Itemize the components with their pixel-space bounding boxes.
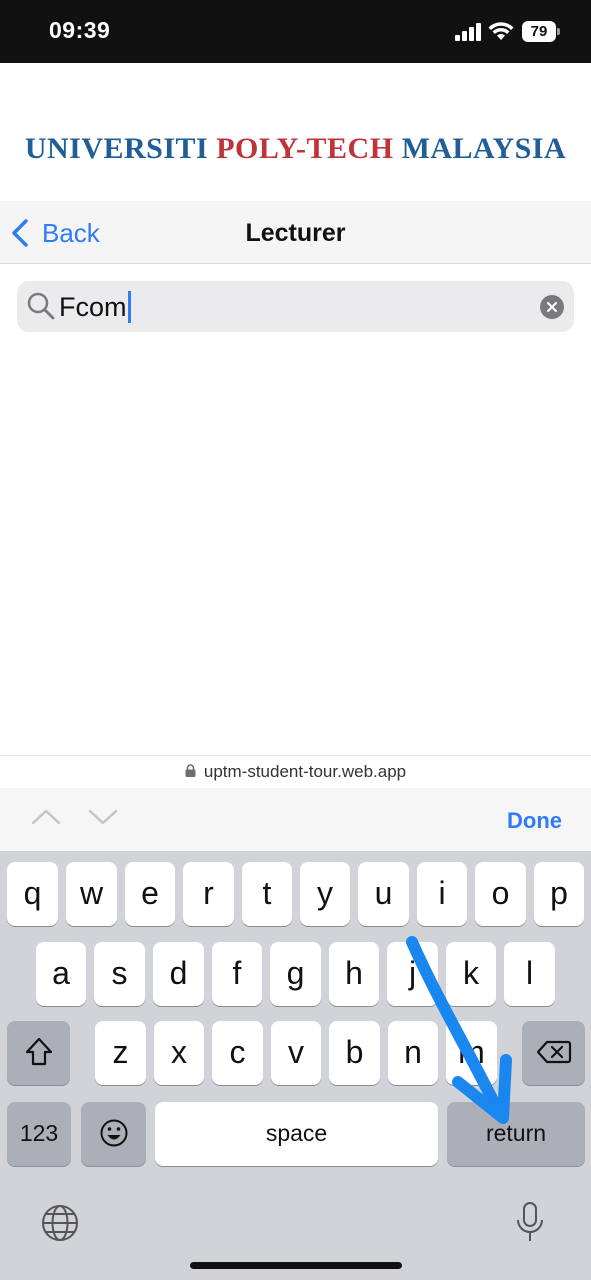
key-d[interactable]: d <box>153 942 204 1006</box>
search-input[interactable]: Fcom <box>59 289 131 325</box>
key-p[interactable]: p <box>534 862 584 926</box>
key-m[interactable]: m <box>446 1021 497 1085</box>
logo-word-universiti: UNIVERSITI <box>24 132 209 165</box>
globe-icon[interactable] <box>40 1203 80 1243</box>
back-button[interactable]: Back <box>10 215 100 251</box>
search-icon <box>27 292 55 320</box>
key-z[interactable]: z <box>95 1021 146 1085</box>
key-s[interactable]: s <box>94 942 145 1006</box>
logo-word-polytech: POLY-TECH <box>216 132 394 165</box>
done-button[interactable]: Done <box>507 808 562 834</box>
emoji-key[interactable] <box>81 1102 146 1166</box>
key-l[interactable]: l <box>504 942 555 1006</box>
key-i[interactable]: i <box>417 862 467 926</box>
return-key[interactable]: return <box>447 1102 585 1166</box>
emoji-icon <box>100 1119 127 1147</box>
delete-key[interactable] <box>522 1021 585 1085</box>
search-input-value: Fcom <box>59 292 127 322</box>
key-u[interactable]: u <box>358 862 409 926</box>
key-q[interactable]: q <box>7 862 58 926</box>
key-o[interactable]: o <box>475 862 526 926</box>
keyboard-accessory-bar: Done <box>0 788 591 851</box>
status-bar: 09:39 79 <box>0 0 591 63</box>
university-logo: UNIVERSITI POLY-TECH MALAYSIA <box>0 132 591 166</box>
url-text: uptm-student-tour.web.app <box>203 762 407 781</box>
key-a[interactable]: a <box>36 942 86 1006</box>
shift-icon <box>25 1037 52 1066</box>
key-r[interactable]: r <box>183 862 234 926</box>
keyboard: q w e r t y u i o p a s d f g h j k l z … <box>0 851 591 1280</box>
key-n[interactable]: n <box>388 1021 438 1085</box>
shift-key[interactable] <box>7 1021 70 1085</box>
wifi-icon <box>488 22 514 40</box>
browser-url-bar[interactable]: uptm-student-tour.web.app <box>0 755 591 788</box>
status-time: 09:39 <box>49 17 111 43</box>
key-j[interactable]: j <box>387 942 438 1006</box>
battery-icon: 79 <box>522 21 560 42</box>
logo-word-malaysia: MALAYSIA <box>401 132 567 165</box>
key-b[interactable]: b <box>329 1021 380 1085</box>
battery-level: 79 <box>522 21 556 42</box>
key-k[interactable]: k <box>446 942 496 1006</box>
clear-icon <box>547 302 557 312</box>
key-y[interactable]: y <box>300 862 350 926</box>
key-h[interactable]: h <box>329 942 379 1006</box>
back-label: Back <box>42 217 100 248</box>
navigation-bar: Back Lecturer <box>0 201 591 264</box>
key-w[interactable]: w <box>66 862 117 926</box>
key-f[interactable]: f <box>212 942 262 1006</box>
chevron-up-icon[interactable] <box>31 806 61 828</box>
chevron-down-icon[interactable] <box>88 806 118 828</box>
delete-icon <box>536 1040 571 1064</box>
clear-search-button[interactable] <box>540 295 564 319</box>
key-c[interactable]: c <box>212 1021 263 1085</box>
space-key[interactable]: space <box>155 1102 438 1166</box>
signal-icon <box>455 23 483 41</box>
key-x[interactable]: x <box>154 1021 204 1085</box>
numbers-key[interactable]: 123 <box>7 1102 71 1166</box>
text-caret <box>127 291 131 323</box>
key-t[interactable]: t <box>242 862 292 926</box>
key-e[interactable]: e <box>125 862 175 926</box>
microphone-icon[interactable] <box>514 1201 546 1245</box>
key-v[interactable]: v <box>271 1021 321 1085</box>
chevron-left-icon <box>12 219 28 247</box>
lock-icon <box>185 764 196 778</box>
home-indicator <box>190 1262 402 1269</box>
key-g[interactable]: g <box>270 942 321 1006</box>
search-field[interactable]: Fcom <box>17 281 574 332</box>
